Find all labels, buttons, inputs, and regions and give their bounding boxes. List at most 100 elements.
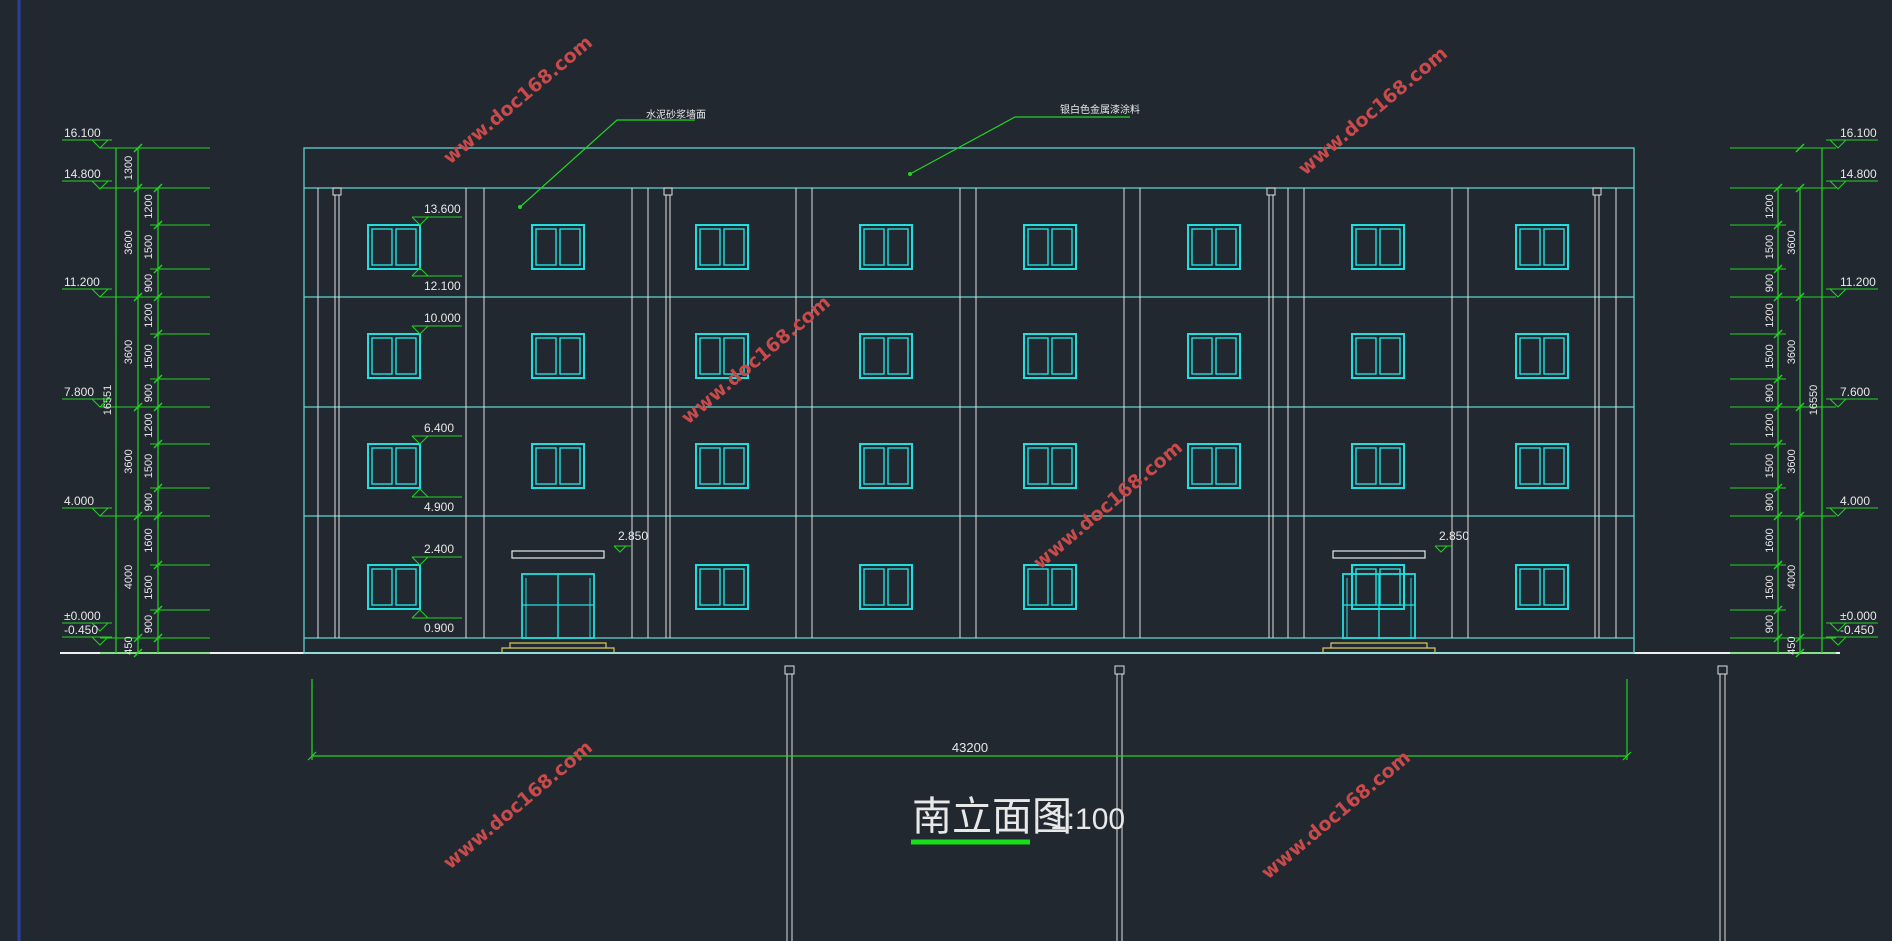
detail-dimension-label: 1500 [143, 344, 155, 368]
window [1515, 333, 1569, 379]
level-marker [1829, 139, 1848, 149]
window-sash [1051, 228, 1073, 266]
level-mark: 16.100 [1826, 126, 1878, 149]
level-label: 7.800 [64, 385, 94, 399]
floor-dimension-label: 4000 [123, 565, 135, 589]
window-elevation-label: 4.900 [424, 500, 454, 514]
window-sash [863, 447, 885, 485]
window-sash [371, 447, 393, 485]
floor-dimension-label: 3600 [123, 230, 135, 254]
window-elevation-label: 6.400 [424, 421, 454, 435]
window-sash [371, 568, 393, 606]
level-marker [411, 556, 429, 566]
window-elevation-mark: 0.900 [411, 609, 462, 635]
window-sash [535, 337, 557, 375]
window-elevation-label: 13.600 [424, 202, 461, 216]
level-label: ±0.000 [1840, 609, 1877, 623]
window [1351, 443, 1405, 489]
level-label: -0.450 [64, 623, 98, 637]
level-marker [411, 325, 429, 335]
window [531, 224, 585, 270]
window-frame [1187, 443, 1241, 489]
window-frame [695, 443, 749, 489]
window-sash [1215, 337, 1237, 375]
window-frame [1187, 224, 1241, 270]
window-sash [371, 228, 393, 266]
level-label: 7.600 [1840, 385, 1870, 399]
detail-dimension-label: 900 [1764, 493, 1776, 511]
watermark-text: www.doc168.com [1257, 746, 1415, 883]
window-sash [395, 337, 417, 375]
window-sash [559, 228, 581, 266]
level-marker [91, 139, 110, 149]
window [1515, 443, 1569, 489]
floor-dimension-label: 3600 [1786, 449, 1798, 473]
window-sash [887, 337, 909, 375]
window-sash [699, 337, 721, 375]
watermark-text: www.doc168.com [1294, 42, 1452, 179]
level-marker [1829, 288, 1848, 298]
window [1351, 333, 1405, 379]
window [531, 333, 585, 379]
leader-dot [908, 172, 912, 176]
detail-dimension-label: 1500 [1764, 235, 1776, 259]
detail-dimension-label: 900 [143, 274, 155, 292]
detail-dimension-label: 1200 [1764, 194, 1776, 218]
watermark-text: www.doc168.com [1029, 436, 1187, 573]
window-frame [367, 564, 421, 610]
window-frame [367, 224, 421, 270]
window-frame [1023, 224, 1077, 270]
window-frame [1351, 443, 1405, 489]
window-sash [699, 568, 721, 606]
level-marker [613, 545, 627, 553]
detail-dimension-label: 1500 [143, 575, 155, 599]
detail-dimension-label: 1500 [1764, 454, 1776, 478]
window-frame [531, 333, 585, 379]
window [1023, 443, 1077, 489]
floor-dimension-label: 450 [1786, 636, 1798, 654]
window-frame [531, 224, 585, 270]
left-dimensions: 1300 3600 3600 3600 4000 450 1200 1500 900 1200 15… [62, 126, 210, 658]
window-sash [1355, 447, 1377, 485]
window-sash [395, 568, 417, 606]
level-marker [1829, 507, 1848, 517]
window-sash [395, 447, 417, 485]
window-sash [887, 447, 909, 485]
detail-dimension-label: 1200 [1764, 303, 1776, 327]
window [1351, 224, 1405, 270]
level-label: ±0.000 [64, 609, 101, 623]
window-elevation-label: 0.900 [424, 621, 454, 635]
detail-dimension-label: 900 [1764, 274, 1776, 292]
window-elevation-mark: 4.900 [411, 488, 462, 514]
level-label: 16.100 [64, 126, 101, 140]
level-mark: 11.200 [1826, 275, 1878, 298]
window-sash [1519, 447, 1541, 485]
window-frame [1351, 224, 1405, 270]
window-sash [1051, 337, 1073, 375]
level-label: 16.100 [1840, 126, 1877, 140]
window [367, 333, 421, 379]
window [1351, 564, 1405, 610]
window-sash [1543, 447, 1565, 485]
window-sash [1191, 337, 1213, 375]
level-marker [91, 507, 110, 517]
level-marker [411, 488, 429, 498]
drawing-title: 南立面图 [912, 795, 1072, 839]
window-sash [1027, 228, 1049, 266]
leader-dot [518, 205, 522, 209]
window [367, 564, 421, 610]
window-sash [395, 228, 417, 266]
level-marker [1829, 398, 1848, 408]
window [859, 564, 913, 610]
cornice-material-label: 水泥砂浆墙面 [646, 108, 706, 121]
level-mark: 4.000 [62, 494, 112, 517]
building-outline [303, 147, 1635, 654]
detail-dimension-label: 1200 [143, 194, 155, 218]
window-frame [859, 564, 913, 610]
door-canopy [1332, 550, 1426, 559]
window-frame [1023, 564, 1077, 610]
drawing-scale: 1:100 [1050, 803, 1125, 836]
detail-dimension-label: 1500 [1764, 575, 1776, 599]
entrance-door: 2.850 [1322, 529, 1469, 653]
entrance-steps [1330, 642, 1428, 648]
